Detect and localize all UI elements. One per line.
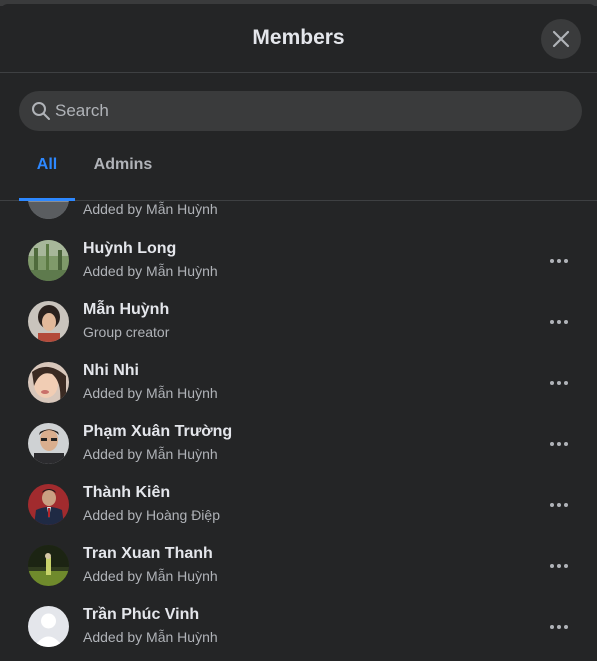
tab-admins[interactable]: Admins — [85, 144, 161, 200]
member-row[interactable]: Tran Xuan Thanh Added by Mẫn Huỳnh — [0, 536, 597, 596]
member-avatar[interactable] — [28, 301, 69, 342]
more-options-icon — [564, 625, 568, 629]
more-options-icon — [550, 625, 554, 629]
member-row[interactable]: Nhi Nhi Added by Mẫn Huỳnh — [0, 353, 597, 413]
more-options-button[interactable] — [545, 252, 573, 270]
close-icon — [552, 30, 570, 48]
member-avatar[interactable] — [28, 362, 69, 403]
avatar-image — [28, 201, 69, 219]
more-options-icon — [557, 564, 561, 568]
member-subtitle: Group creator — [83, 324, 170, 340]
search-icon — [32, 102, 50, 120]
avatar-image — [28, 484, 69, 525]
more-options-button[interactable] — [545, 313, 573, 331]
more-options-icon — [550, 381, 554, 385]
dialog-header: Members — [0, 4, 597, 73]
member-row[interactable]: Thành Kiên Added by Hoàng Điệp — [0, 475, 597, 535]
members-dialog: Members All Admins — [0, 4, 597, 657]
member-subtitle: Added by Mẫn Huỳnh — [83, 629, 218, 645]
close-button[interactable] — [541, 19, 581, 59]
member-avatar[interactable] — [28, 240, 69, 281]
member-avatar[interactable] — [28, 423, 69, 464]
member-avatar[interactable] — [28, 484, 69, 525]
member-avatar[interactable] — [28, 201, 69, 219]
tab-all-label: All — [36, 156, 58, 173]
more-options-icon — [550, 564, 554, 568]
default-avatar-icon — [28, 606, 69, 647]
more-options-button[interactable] — [545, 496, 573, 514]
member-list[interactable]: Added by Mẫn Huỳnh Huỳnh Long Added by M… — [0, 201, 597, 661]
member-avatar[interactable] — [28, 545, 69, 586]
avatar-image — [28, 423, 69, 464]
member-row[interactable]: Added by Mẫn Huỳnh — [0, 201, 597, 229]
avatar-image — [28, 362, 69, 403]
avatar-image — [28, 240, 69, 281]
member-name[interactable]: Trần Phúc Vinh — [83, 606, 199, 624]
more-options-icon — [564, 503, 568, 507]
member-subtitle: Added by Mẫn Huỳnh — [83, 446, 218, 462]
member-name[interactable]: Tran Xuan Thanh — [83, 545, 213, 563]
member-name[interactable]: Huỳnh Long — [83, 240, 176, 258]
more-options-icon — [557, 381, 561, 385]
more-options-icon — [564, 442, 568, 446]
more-options-icon — [550, 259, 554, 263]
more-options-icon — [550, 503, 554, 507]
member-subtitle: Added by Mẫn Huỳnh — [83, 201, 218, 217]
search-input[interactable] — [55, 91, 555, 131]
member-name[interactable]: Nhi Nhi — [83, 362, 139, 380]
avatar-image — [28, 301, 69, 342]
more-options-icon — [557, 442, 561, 446]
more-options-button[interactable] — [545, 374, 573, 392]
member-name[interactable]: Thành Kiên — [83, 484, 170, 502]
member-subtitle: Added by Mẫn Huỳnh — [83, 568, 218, 584]
search-bar[interactable] — [19, 91, 582, 131]
avatar-image — [28, 545, 69, 586]
more-options-icon — [564, 381, 568, 385]
more-options-icon — [550, 442, 554, 446]
more-options-icon — [564, 320, 568, 324]
member-subtitle: Added by Hoàng Điệp — [83, 507, 220, 523]
more-options-button[interactable] — [545, 557, 573, 575]
more-options-button[interactable] — [545, 435, 573, 453]
tab-all[interactable]: All — [19, 144, 75, 201]
member-row[interactable]: Huỳnh Long Added by Mẫn Huỳnh — [0, 231, 597, 291]
more-options-icon — [557, 625, 561, 629]
member-avatar[interactable] — [28, 606, 69, 647]
more-options-icon — [557, 259, 561, 263]
more-options-icon — [550, 320, 554, 324]
more-options-icon — [564, 259, 568, 263]
tab-bar: All Admins — [0, 144, 597, 201]
member-name[interactable]: Mẫn Huỳnh — [83, 301, 169, 319]
member-row[interactable]: Trần Phúc Vinh Added by Mẫn Huỳnh — [0, 597, 597, 657]
member-row[interactable]: Mẫn Huỳnh Group creator — [0, 292, 597, 352]
more-options-icon — [557, 320, 561, 324]
dialog-title: Members — [252, 26, 345, 49]
more-options-icon — [557, 503, 561, 507]
more-options-icon — [564, 564, 568, 568]
member-subtitle: Added by Mẫn Huỳnh — [83, 385, 218, 401]
member-row[interactable]: Phạm Xuân Trường Added by Mẫn Huỳnh — [0, 414, 597, 474]
tab-admins-label: Admins — [93, 156, 153, 173]
more-options-button[interactable] — [545, 618, 573, 636]
member-name[interactable]: Phạm Xuân Trường — [83, 423, 232, 441]
member-subtitle: Added by Mẫn Huỳnh — [83, 263, 218, 279]
